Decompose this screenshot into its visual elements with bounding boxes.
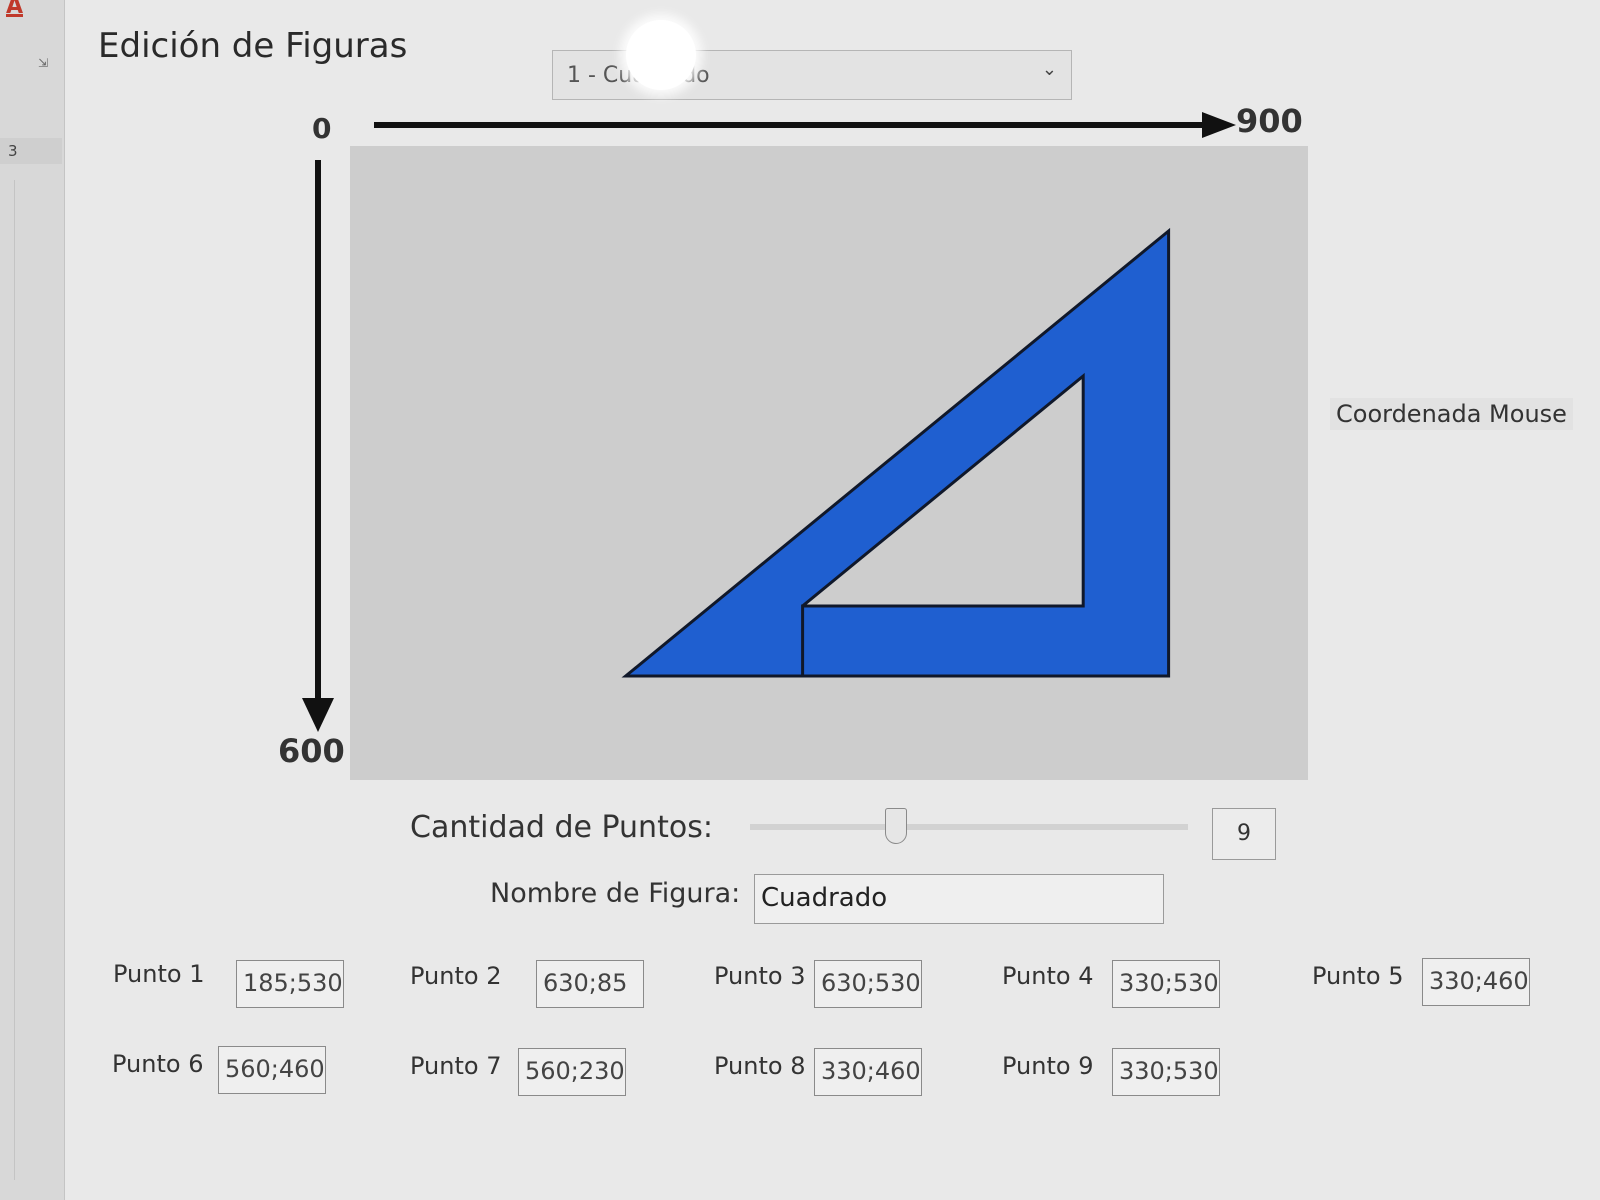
point-9-label: Punto 9: [1002, 1052, 1094, 1080]
figure-name-input[interactable]: Cuadrado: [754, 874, 1164, 924]
figure-name-label: Nombre de Figura:: [490, 878, 741, 909]
point-2-input[interactable]: 630;85: [536, 960, 644, 1008]
point-8-label: Punto 8: [714, 1052, 806, 1080]
screen-glare: [626, 20, 696, 90]
point-3-input[interactable]: 630;530: [814, 960, 922, 1008]
mouse-coordinate-label: Coordenada Mouse: [1330, 398, 1573, 430]
y-axis-arrow: [302, 160, 334, 732]
x-axis-end-label: 900: [1236, 102, 1303, 140]
figure-polygon: [621, 227, 1171, 678]
point-9-input[interactable]: 330;530: [1112, 1048, 1220, 1096]
page-title: Edición de Figuras: [98, 26, 408, 66]
point-2-label: Punto 2: [410, 962, 502, 990]
point-4-input[interactable]: 330;530: [1112, 960, 1220, 1008]
x-axis-arrow: [374, 112, 1236, 138]
point-5-input[interactable]: 330;460: [1422, 958, 1530, 1006]
points-count-label: Cantidad de Puntos:: [410, 810, 713, 845]
font-color-icon[interactable]: A: [6, 0, 24, 18]
chevron-down-icon[interactable]: ⌄: [1042, 59, 1057, 80]
point-6-label: Punto 6: [112, 1050, 204, 1078]
point-7-label: Punto 7: [410, 1052, 502, 1080]
y-axis-end-label: 600: [278, 732, 345, 770]
point-1-input[interactable]: 185;530: [236, 960, 344, 1008]
point-3-label: Punto 3: [714, 962, 806, 990]
point-6-input[interactable]: 560;460: [218, 1046, 326, 1094]
point-1-label: Punto 1: [113, 960, 205, 988]
figure-svg: [621, 227, 1171, 678]
points-slider-thumb[interactable]: [885, 808, 907, 844]
points-slider-track[interactable]: [750, 824, 1188, 830]
drawing-canvas[interactable]: [350, 146, 1308, 780]
point-5-label: Punto 5: [1312, 962, 1404, 990]
row-number: 3: [0, 138, 62, 164]
left-panel-strip: A ⇲ 3: [0, 0, 65, 1200]
point-7-input[interactable]: 560;230: [518, 1048, 626, 1096]
expand-icon[interactable]: ⇲: [38, 56, 48, 70]
point-8-input[interactable]: 330;460: [814, 1048, 922, 1096]
x-axis-start-label: 0: [312, 112, 332, 145]
divider: [14, 180, 15, 1180]
points-count-value[interactable]: 9: [1212, 808, 1276, 860]
point-4-label: Punto 4: [1002, 962, 1094, 990]
